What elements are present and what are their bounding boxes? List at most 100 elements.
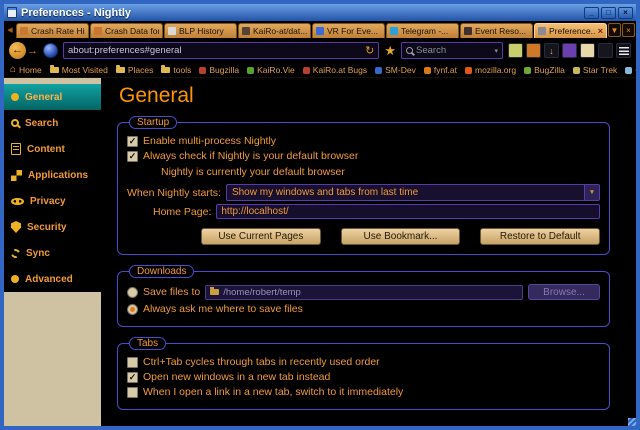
forward-button[interactable]: → [27,45,38,57]
save-to-radio[interactable] [127,287,138,298]
minimize-button[interactable]: _ [584,7,599,19]
folder-icon [50,67,59,73]
switch-immediately-checkbox[interactable]: ✓ [127,387,138,398]
url-bar[interactable]: ↻ [63,42,379,59]
site-favicon [625,67,632,74]
bookmark-item[interactable]: mozilla.org [465,65,516,75]
sidebar-item-advanced[interactable]: Advanced [4,266,101,292]
startup-mode-select[interactable]: Show my windows and tabs from last time … [226,184,600,201]
tab-strip: ◀ Crash Rate Hist... Crash Data for ... … [4,21,636,38]
resize-grip[interactable] [628,418,640,430]
tab-close-icon[interactable]: × [598,26,603,36]
close-button[interactable]: × [618,7,633,19]
bookmark-item[interactable]: Bugzilla [199,65,239,75]
general-pane: General Startup ✓ Enable multi-process N… [101,78,636,426]
close-tab-button[interactable]: × [622,23,635,37]
bookmark-label: SM-Dev [385,65,416,75]
applications-grid-icon [11,170,22,181]
ctrl-tab-label: Ctrl+Tab cycles through tabs in recently… [143,356,380,368]
bookmark-folder[interactable]: Most Visited [50,65,108,75]
bookmark-item[interactable]: SM-Dev [375,65,416,75]
maximize-button[interactable]: □ [601,7,616,19]
homepage-input[interactable] [216,204,600,219]
tab-favicon [168,27,176,35]
homepage-label: Home Page: [153,206,211,218]
addon-icon[interactable] [526,43,541,58]
sidebar-item-general[interactable]: General [4,84,101,110]
use-current-pages-button[interactable]: Use Current Pages [201,228,321,245]
list-all-tabs-icon[interactable]: ▼ [608,23,621,37]
tab-label: KaiRo-at/dat... [253,26,307,36]
browser-tab[interactable]: Crash Data for ... [90,23,163,38]
tab-label: VR For Eve... [327,26,378,36]
bookmark-label: KaiRo.at Bugs [313,65,367,75]
bookmark-item[interactable]: fynf.at [424,65,457,75]
download-folder-field: /home/robert/temp [205,285,523,300]
noscript-icon[interactable] [598,43,613,58]
bookmark-item[interactable]: Star Trek [573,65,617,75]
bookmark-item[interactable]: BugZilla [524,65,565,75]
folder-icon [210,289,219,295]
bookmark-item[interactable]: KaiRo.Vie [247,65,295,75]
titlebar: Preferences - Nightly _ □ × [4,4,636,21]
browser-tab[interactable]: Event Reso... [460,23,533,38]
search-input[interactable] [416,45,491,56]
browser-tab[interactable]: BLP History [164,23,237,38]
ctrl-tab-checkbox[interactable]: ✓ [127,357,138,368]
bookmark-item[interactable]: ⌂Home [10,65,42,75]
back-button[interactable]: ← [9,42,26,59]
folder-icon [161,67,170,73]
restore-to-default-button[interactable]: Restore to Default [480,228,600,245]
tab-label: Telegram -... [401,26,448,36]
bookmark-folder[interactable]: Places [116,65,154,75]
sidebar-item-applications[interactable]: Applications [4,162,101,188]
site-favicon [424,67,431,74]
window-title: Preferences - Nightly [21,7,580,19]
nightly-logo-icon [43,43,58,58]
sidebar-item-search[interactable]: Search [4,110,101,136]
reload-icon[interactable]: ↻ [365,44,374,57]
sidebar-item-content[interactable]: Content [4,136,101,162]
bookmark-item[interactable]: OSM [625,65,636,75]
url-input[interactable] [68,45,361,56]
shield-icon[interactable] [508,43,523,58]
sidebar-item-sync[interactable]: Sync [4,240,101,266]
browser-tab-active[interactable]: Preference... × [534,23,607,38]
folder-icon [116,67,125,73]
bookmark-item[interactable]: KaiRo.at Bugs [303,65,367,75]
multiprocess-checkbox[interactable]: ✓ [127,136,138,147]
default-browser-checkbox[interactable]: ✓ [127,151,138,162]
search-engine-dropdown-icon[interactable]: ▾ [494,47,498,55]
default-browser-row: ✓ Always check if Nightly is your defaul… [127,150,600,162]
bookmarks-toolbar: ⌂Home Most Visited Places tools Bugzilla… [4,63,636,78]
sidebar-item-label: Security [27,222,66,233]
multiprocess-row: ✓ Enable multi-process Nightly [127,135,600,147]
sidebar-item-security[interactable]: Security [4,214,101,240]
always-ask-radio[interactable] [127,304,138,315]
multiprocess-label: Enable multi-process Nightly [143,135,276,147]
toolbar-buttons: ↓ [508,43,631,58]
bookmark-star-icon[interactable]: ★ [384,44,396,57]
window-icon [7,7,17,18]
browser-tab[interactable]: Crash Rate Hist... [16,23,89,38]
browser-tab[interactable]: KaiRo-at/dat... [238,23,311,38]
browser-tab[interactable]: Telegram -... [386,23,459,38]
open-new-windows-checkbox[interactable]: ✓ [127,372,138,383]
use-bookmark-button[interactable]: Use Bookmark... [341,228,461,245]
menu-button[interactable] [616,43,631,58]
scroll-tabs-left-icon[interactable]: ◀ [5,23,15,38]
startup-group: Startup ✓ Enable multi-process Nightly ✓… [117,116,610,255]
persona-icon[interactable] [580,43,595,58]
site-favicon [524,67,531,74]
chevron-down-icon[interactable]: ▼ [584,185,599,200]
bookmark-folder[interactable]: tools [161,65,191,75]
browse-button[interactable]: Browse... [528,284,600,300]
downloads-icon[interactable]: ↓ [544,43,559,58]
startup-legend: Startup [129,116,177,129]
browser-tab[interactable]: VR For Eve... [312,23,385,38]
search-bar[interactable]: ▾ [401,42,503,59]
bookmark-label: Bugzilla [209,65,239,75]
tabs-legend: Tabs [129,337,166,350]
sidebar-item-privacy[interactable]: Privacy [4,188,101,214]
adblock-icon[interactable] [562,43,577,58]
